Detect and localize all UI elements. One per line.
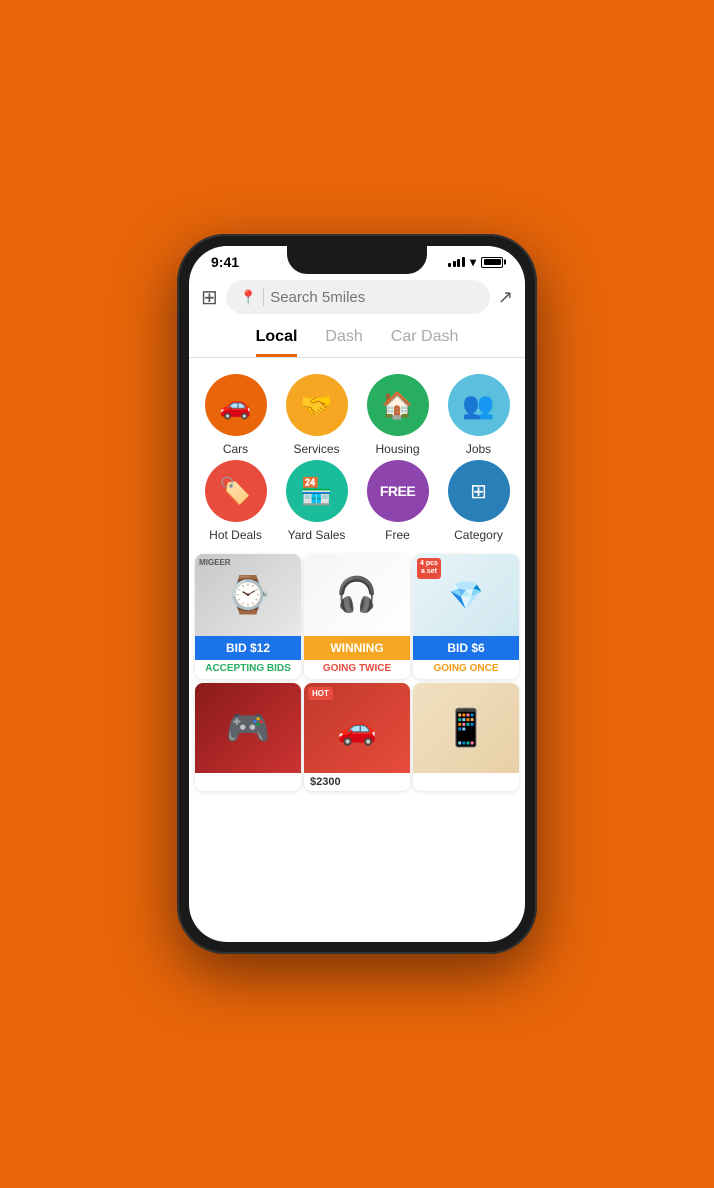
grid-icon[interactable]: ⊞ xyxy=(201,285,218,310)
phone-screen: 9:41 ▾ ⊞ 📍 ↗ xyxy=(189,246,525,942)
truck-price: $2300 xyxy=(304,773,410,791)
category-housing[interactable]: 🏠 Housing xyxy=(359,374,436,456)
category-jobs[interactable]: 👥 Jobs xyxy=(440,374,517,456)
listing-jewelry[interactable]: 4 pcsa set 💎 BID $6 GOING ONCE xyxy=(413,554,519,679)
location-pin-icon: 📍 xyxy=(240,289,257,306)
watch-image: MIGEER ⌚ xyxy=(195,554,301,636)
status-time: 9:41 xyxy=(211,254,239,270)
listing-truck[interactable]: HOT 🚗 $2300 xyxy=(304,683,410,791)
signal-icon xyxy=(448,257,465,267)
services-label: Services xyxy=(293,442,339,456)
watch-bid-bar: BID $12 xyxy=(195,636,301,660)
hot-deals-label: Hot Deals xyxy=(209,528,262,542)
category-category[interactable]: ⊞ Category xyxy=(440,460,517,542)
listing-airpods[interactable]: 🎧 WINNING GOING TWICE xyxy=(304,554,410,679)
category-services[interactable]: 🤝 Services xyxy=(278,374,355,456)
category-hot-deals[interactable]: 🏷️ Hot Deals xyxy=(197,460,274,542)
category-cars[interactable]: 🚗 Cars xyxy=(197,374,274,456)
status-icons: ▾ xyxy=(448,255,503,269)
watch-status: ACCEPTING BIDS xyxy=(195,660,301,679)
housing-icon: 🏠 xyxy=(367,374,429,436)
listing-watch[interactable]: MIGEER ⌚ BID $12 ACCEPTING BIDS xyxy=(195,554,301,679)
airpods-status: GOING TWICE xyxy=(304,660,410,679)
category-free[interactable]: FREE Free xyxy=(359,460,436,542)
yard-sales-icon: 🏪 xyxy=(286,460,348,522)
hot-deals-icon: 🏷️ xyxy=(205,460,267,522)
hot-badge: HOT xyxy=(308,687,333,700)
notch xyxy=(287,246,427,274)
listings-row2: 🎮 HOT 🚗 $2300 📱 xyxy=(189,683,525,797)
search-input[interactable] xyxy=(270,289,476,306)
free-icon: FREE xyxy=(367,460,429,522)
iphone-image: 📱 xyxy=(413,683,519,773)
jobs-label: Jobs xyxy=(466,442,491,456)
jewelry-status: GOING ONCE xyxy=(413,660,519,679)
search-divider xyxy=(263,288,264,306)
category-yard-sales[interactable]: 🏪 Yard Sales xyxy=(278,460,355,542)
jobs-icon: 👥 xyxy=(448,374,510,436)
cars-icon: 🚗 xyxy=(205,374,267,436)
jewelry-image: 4 pcsa set 💎 xyxy=(413,554,519,636)
cars-label: Cars xyxy=(223,442,248,456)
tab-divider xyxy=(189,357,525,358)
brand-label: MIGEER xyxy=(199,558,231,567)
search-bar-row: ⊞ 📍 ↗ xyxy=(189,274,525,320)
phone-frame: 9:41 ▾ ⊞ 📍 ↗ xyxy=(177,234,537,954)
share-icon[interactable]: ↗ xyxy=(498,287,513,308)
truck-image: HOT 🚗 xyxy=(304,683,410,773)
airpods-bid-bar: WINNING xyxy=(304,636,410,660)
airpods-image: 🎧 xyxy=(304,554,410,636)
category-icon: ⊞ xyxy=(448,460,510,522)
gameboy-image: 🎮 xyxy=(195,683,301,773)
jewelry-bid-bar: BID $6 xyxy=(413,636,519,660)
pieces-badge: 4 pcsa set xyxy=(417,558,441,579)
listing-iphone[interactable]: 📱 xyxy=(413,683,519,791)
listings-grid: MIGEER ⌚ BID $12 ACCEPTING BIDS 🎧 WINNIN… xyxy=(189,550,525,683)
free-label: Free xyxy=(385,528,410,542)
listing-gameboy[interactable]: 🎮 xyxy=(195,683,301,791)
categories-grid: 🚗 Cars 🤝 Services 🏠 Housing 👥 Jobs 🏷️ Ho… xyxy=(189,366,525,550)
tab-dash[interactable]: Dash xyxy=(325,328,362,357)
category-label: Category xyxy=(454,528,503,542)
tab-car-dash[interactable]: Car Dash xyxy=(391,328,459,357)
tab-local[interactable]: Local xyxy=(256,328,298,357)
tabs-row: Local Dash Car Dash xyxy=(189,320,525,357)
yard-sales-label: Yard Sales xyxy=(288,528,346,542)
services-icon: 🤝 xyxy=(286,374,348,436)
search-container[interactable]: 📍 xyxy=(226,280,490,314)
battery-icon xyxy=(481,257,503,268)
housing-label: Housing xyxy=(375,442,419,456)
wifi-icon: ▾ xyxy=(470,255,476,269)
